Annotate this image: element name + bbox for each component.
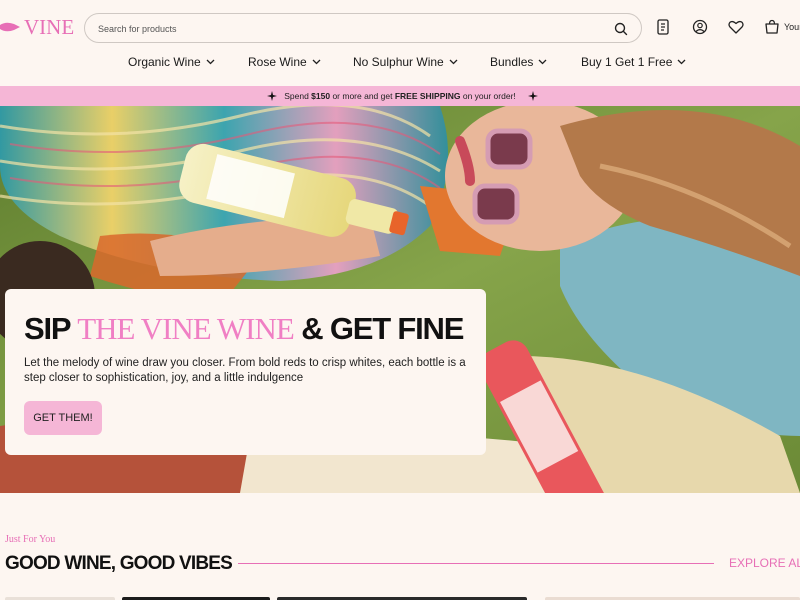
site-header: VINE Your Organic Wine Rose Wine [0,0,800,86]
chevron-down-icon [677,59,686,65]
nav-organic-wine[interactable]: Organic Wine [128,55,215,69]
promo-highlight: FREE SHIPPING [394,91,461,101]
chevron-down-icon [449,59,458,65]
promo-amount: $150 [311,91,331,101]
nav-no-sulphur-wine[interactable]: No Sulphur Wine [353,55,458,69]
promo-middle: or more and get [330,91,395,101]
wine-glass-logo-icon [0,22,20,32]
nav-label: Buy 1 Get 1 Free [581,55,673,69]
heart-icon[interactable] [727,18,745,36]
hero-title-accent: THE VINE WINE [77,311,295,346]
chevron-down-icon [538,59,547,65]
sparkle-icon [528,91,538,101]
hero-title-start: SIP [24,311,78,346]
receipt-icon[interactable] [654,18,672,36]
nav-label: Organic Wine [128,55,201,69]
search-input[interactable] [98,20,598,38]
search-bar [84,13,642,43]
nav-buy-1-get-1-free[interactable]: Buy 1 Get 1 Free [581,55,686,69]
promo-prefix: Spend [284,91,312,101]
nav-bundles[interactable]: Bundles [490,55,547,69]
bag-icon[interactable] [763,18,781,36]
explore-all-link[interactable]: EXPLORE ALL [729,556,800,570]
promo-suffix: on your order! [460,91,516,101]
hero-banner: SIP THE VINE WINE & GET FINE Let the mel… [0,106,800,493]
section-divider [238,563,714,564]
brand-name: VINE [24,14,75,39]
account-icon[interactable] [691,18,709,36]
promo-text: Spend $150 or more and get FREE SHIPPING… [0,86,800,106]
nav-label: Bundles [490,55,534,69]
hero-subtitle: Let the melody of wine draw you closer. … [24,357,466,384]
section-title: GOOD WINE, GOOD VIBES [5,553,233,574]
hero-title-end: & GET FINE [293,311,464,346]
nav-rose-wine[interactable]: Rose Wine [248,55,321,69]
section-eyebrow: Just For You [5,534,56,545]
main-nav: Organic Wine Rose Wine No Sulphur Wine B… [0,55,800,75]
get-them-button[interactable]: GET THEM! [24,401,102,435]
cart-label[interactable]: Your [784,22,800,32]
chevron-down-icon [206,59,215,65]
hero-title: SIP THE VINE WINE & GET FINE [24,311,464,347]
promo-banner: Spend $150 or more and get FREE SHIPPING… [0,86,800,106]
chevron-down-icon [312,59,321,65]
search-icon[interactable] [613,21,629,37]
hero-card: SIP THE VINE WINE & GET FINE Let the mel… [5,289,486,455]
brand-logo[interactable]: VINE [0,12,74,42]
nav-label: No Sulphur Wine [353,55,444,69]
nav-label: Rose Wine [248,55,307,69]
